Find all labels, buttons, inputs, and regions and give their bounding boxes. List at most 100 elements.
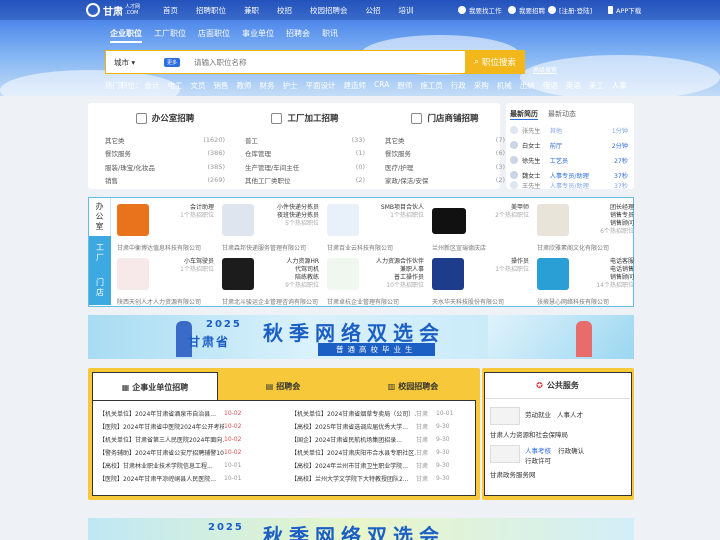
login-link[interactable]: [注册·登陆] xyxy=(548,0,592,20)
hot-job[interactable]: 俄语 xyxy=(543,80,558,91)
hot-job[interactable]: 电工 xyxy=(168,80,183,91)
category-item[interactable]: 普工 (33) xyxy=(245,133,365,147)
tab-factory[interactable]: 工厂职位 xyxy=(154,28,186,43)
category-heading[interactable]: 工厂加工招聘 xyxy=(245,103,365,133)
job-row[interactable]: 【机关单位】2024甘肃庆阳市合水县专职社区... 甘肃 9-30 xyxy=(291,446,461,459)
company-card[interactable]: 人力资源HR 代驾司机 陪练教练 9个热招职位 甘肃北斗骏运企业管理咨询有限公司 xyxy=(219,254,323,306)
hot-job[interactable]: 平面设计 xyxy=(306,80,336,91)
hot-job[interactable]: 出纳 xyxy=(520,80,535,91)
search-input[interactable] xyxy=(194,55,454,70)
hot-job[interactable]: 厨师 xyxy=(397,80,412,91)
hot-job[interactable]: 行政 xyxy=(451,80,466,91)
hot-job[interactable]: 施工员 xyxy=(420,80,443,91)
tab-enterprise-jobs[interactable]: ▦ 企事业单位招聘 xyxy=(92,372,218,401)
job-row[interactable]: 【医院】2024年甘肃省中医院2024年公开考核招... 10-02 xyxy=(99,420,249,433)
job-row[interactable]: 【高校】2025年甘肃省选调应届优秀大学... 甘肃 9-30 xyxy=(291,420,461,433)
nav-campus[interactable]: 校招 xyxy=(277,5,292,16)
category-item[interactable]: 医疗/护理 (3) xyxy=(385,160,505,174)
service-link[interactable]: 人事人才 xyxy=(557,409,583,419)
find-work-link[interactable]: 我要找工作 xyxy=(458,0,502,20)
advanced-search-link[interactable]: 高级搜索 xyxy=(533,65,557,74)
category-item[interactable]: 生产管理/车间主任 (0) xyxy=(245,160,365,174)
job-fair-banner-2[interactable]: 2025 秋季网络双选会 xyxy=(88,518,634,540)
hot-job[interactable]: 英语 xyxy=(566,80,581,91)
service-link[interactable]: 人事考核 xyxy=(525,447,551,455)
hot-job[interactable]: 会计 xyxy=(145,80,160,91)
company-card[interactable]: 会计助理 1个热招职位 甘肃中衡博达值息科技有限公司 xyxy=(114,200,218,252)
hot-job[interactable]: CRA xyxy=(374,80,389,91)
city-select[interactable]: 城市 ▾ xyxy=(114,57,135,68)
tab-latest-resume[interactable]: 最新简历 xyxy=(510,109,538,120)
company-card[interactable]: 人力资源合作伙伴 兼职人事 普工操作员 10个热招职位 甘肃卓杭企业管理有限公司 xyxy=(324,254,428,306)
company-card[interactable]: 小车驾驶员 1个热招职位 陕西天创人才人力资源有限公司 xyxy=(114,254,218,306)
hot-job[interactable]: 教师 xyxy=(237,80,252,91)
category-item[interactable]: 其它类 (1620) xyxy=(105,133,225,147)
company-card[interactable]: 美甲师 2个热招职位 兰州新区宣瑞德庆店 xyxy=(429,200,533,252)
hot-job[interactable]: 采购 xyxy=(474,80,489,91)
service-link[interactable]: 行政许可 xyxy=(525,457,551,465)
nav-public[interactable]: 公招 xyxy=(366,5,381,16)
job-row[interactable]: 【机关单位】2024年甘肃省酒泉市自治县... 10-02 xyxy=(99,407,249,420)
nav-home[interactable]: 首页 xyxy=(163,5,178,16)
tab-latest-news[interactable]: 最新动态 xyxy=(548,109,576,120)
company-card[interactable]: 电话客服 电话销售 销售顾问 14个热招职位 张掖慧心网络科技有限公司 xyxy=(534,254,638,306)
hot-job[interactable]: 护士 xyxy=(283,80,298,91)
hot-job[interactable]: 文员 xyxy=(191,80,206,91)
category-item[interactable]: 服装/珠宝/化妆品 (385) xyxy=(105,160,225,174)
job-row[interactable]: 【高校】兰州大学文学院下大特教授团队2... 甘肃 9-30 xyxy=(291,472,461,485)
job-row[interactable]: 【机关单位】2024甘肃省烟草专卖局（公司）... 甘肃 10-01 xyxy=(291,407,461,420)
more-button[interactable]: 更多 xyxy=(164,58,181,67)
company-card[interactable]: 团长经理 销售专员 销售顾问 6个热招职位 甘肃欣雅素阁文化有限公司 xyxy=(534,200,638,252)
category-item[interactable]: 销售 (269) xyxy=(105,174,225,188)
job-row[interactable]: 【高校】2024年兰州市甘肃卫生职业学院... 甘肃 9-30 xyxy=(291,459,461,472)
hot-job[interactable]: 建造师 xyxy=(344,80,367,91)
news-row[interactable]: 张先生 其他 1分钟 xyxy=(510,124,628,136)
category-item[interactable]: 家政/保洁/安保 (2) xyxy=(385,174,505,188)
tab-jobfair[interactable]: 招聘会 xyxy=(286,28,310,43)
service-link[interactable]: 行政确认 xyxy=(558,447,584,455)
hot-job[interactable]: 人事 xyxy=(612,80,627,91)
category-heading[interactable]: 门店商铺招聘 xyxy=(385,103,505,133)
hire-link[interactable]: 我要招聘 xyxy=(508,0,545,20)
category-item[interactable]: 餐饮服务 (6) xyxy=(385,147,505,161)
hot-job[interactable]: 销售 xyxy=(214,80,229,91)
news-row[interactable]: 魏女士 人事专员/助理 37秒 xyxy=(510,169,628,181)
hot-job[interactable]: 美工 xyxy=(589,80,604,91)
company-card[interactable]: 小件快递分拣员 夜班快递分拣员 5个热招职位 甘肃森邦快递服务管理有限公司 xyxy=(219,200,323,252)
news-row[interactable]: 白女士 前厅 2分钟 xyxy=(510,139,628,151)
service-name[interactable]: 甘肃人力资源和社会保障局 xyxy=(490,429,568,439)
tab-enterprise[interactable]: 企业职位 xyxy=(110,28,142,43)
tab-store[interactable]: 门店 xyxy=(89,270,111,305)
job-row[interactable]: 【机关单位】甘肃省第三人民医院2024年面向... 10-02 xyxy=(99,433,249,446)
news-row[interactable]: 徐先生 工艺员 27秒 xyxy=(510,154,628,166)
site-logo[interactable]: 甘肃 人才网 .COM xyxy=(86,3,140,18)
hot-job[interactable]: 机械 xyxy=(497,80,512,91)
category-item[interactable]: 其他工厂类职位 (2) xyxy=(245,174,365,188)
job-fair-banner[interactable]: 2025 甘肃省 秋季网络双选会 普通高校毕业生 xyxy=(88,315,634,359)
category-heading[interactable]: 办公室招聘 xyxy=(105,103,225,133)
company-card[interactable]: 操作员 1个热招职位 天水华天科技股份有限公司 xyxy=(429,254,533,306)
job-row[interactable]: 【医院】2024年甘肃平凉崆峒县人民医院... 10-01 xyxy=(99,472,249,485)
hot-job[interactable]: 财务 xyxy=(260,80,275,91)
nav-parttime[interactable]: 兼职 xyxy=(244,5,259,16)
category-item[interactable]: 其它类 (7) xyxy=(385,133,505,147)
category-item[interactable]: 仓库管理 (1) xyxy=(245,147,365,161)
service-name[interactable]: 甘肃政务服务网 xyxy=(490,469,536,479)
job-row[interactable]: 【国企】2024甘肃省民航机场集团招录... 甘肃 9-30 xyxy=(291,433,461,446)
news-row[interactable]: 王先生 人事专员/助理 37秒 xyxy=(510,181,628,189)
tab-factory[interactable]: 工厂 xyxy=(89,236,111,270)
nav-training[interactable]: 培训 xyxy=(399,5,414,16)
tab-campus-fair[interactable]: ▥ 校园招聘会 xyxy=(348,372,478,400)
tab-news[interactable]: 职讯 xyxy=(322,28,338,43)
job-row[interactable]: 【高校】甘肃林业职业技术学院信息工程... 10-01 xyxy=(99,459,249,472)
company-card[interactable]: SMB项目合伙人 1个热招职位 甘肃百业云科技有限公司 xyxy=(324,200,428,252)
nav-campus-fair[interactable]: 校园招聘会 xyxy=(310,5,348,16)
app-download-link[interactable]: APP下载 xyxy=(608,0,641,20)
search-button[interactable]: ⌕ 职位搜索 xyxy=(465,50,525,74)
job-row[interactable]: 【警务辅助】2024年甘肃省公安厅招聘辅警109... 10-02 xyxy=(99,446,249,459)
category-item[interactable]: 餐饮服务 (386) xyxy=(105,147,225,161)
tab-office[interactable]: 办公室 xyxy=(89,198,111,236)
tab-job-fair[interactable]: ▤ 招聘会 xyxy=(218,372,348,400)
tab-institution[interactable]: 事业单位 xyxy=(242,28,274,43)
nav-jobs[interactable]: 招聘职位 xyxy=(196,5,226,16)
